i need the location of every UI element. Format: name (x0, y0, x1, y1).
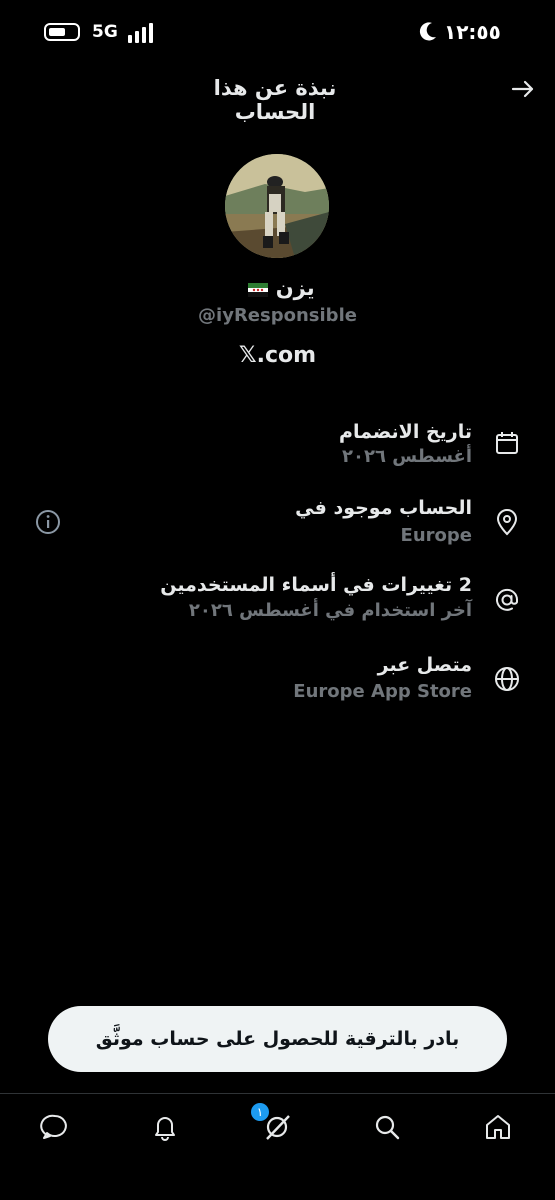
location-pin-icon (496, 509, 518, 536)
signal-icon (128, 23, 153, 43)
info-value: آخر استخدام في أغسطس ٢٠٢٦ (188, 600, 472, 621)
notifications-bell-icon[interactable] (150, 1112, 180, 1142)
info-title: 2 تغييرات في أسماء المستخدمين (160, 574, 472, 596)
search-icon[interactable] (372, 1112, 402, 1142)
info-value: Europe App Store (293, 681, 472, 702)
status-bar: 5G ١٢:٥٥ (0, 0, 555, 66)
home-icon[interactable] (483, 1112, 513, 1142)
page-title: نبذة عن هذا الحساب (213, 76, 337, 124)
flag-icon (248, 283, 269, 297)
info-title: الحساب موجود في (295, 497, 472, 519)
info-icon[interactable] (35, 509, 61, 535)
about-account-screen: 5G ١٢:٥٥ نبذة عن هذا الحساب يزن @iyRespo… (0, 0, 555, 1200)
upgrade-verified-button[interactable]: بادر بالترقية للحصول على حساب موثَّق (48, 1006, 507, 1072)
username-handle: @iyResponsible (198, 305, 357, 326)
notification-badge: ١ (251, 1103, 269, 1121)
at-sign-icon (496, 588, 519, 611)
messages-icon[interactable] (40, 1112, 70, 1142)
info-value: أغسطس ٢٠٢٦ (342, 446, 472, 467)
info-title: متصل عبر (377, 654, 472, 676)
calendar-icon (496, 432, 518, 454)
info-title: تاريخ الانضمام (339, 421, 472, 443)
globe-icon (495, 667, 519, 691)
battery-icon (44, 23, 80, 41)
network-type: 5G (92, 22, 118, 42)
display-name: يزن (275, 276, 315, 300)
top-header: نبذة عن هذا الحساب (0, 66, 555, 124)
back-arrow-icon[interactable] (511, 77, 535, 101)
avatar[interactable] (225, 154, 329, 258)
site-label: 𝕏.com (238, 343, 317, 368)
display-name-row: يزن (0, 276, 555, 300)
moon-icon (419, 22, 436, 41)
info-value: Europe (400, 525, 472, 546)
bottom-nav: ١ (0, 1093, 555, 1200)
status-time: ١٢:٥٥ (444, 20, 501, 44)
